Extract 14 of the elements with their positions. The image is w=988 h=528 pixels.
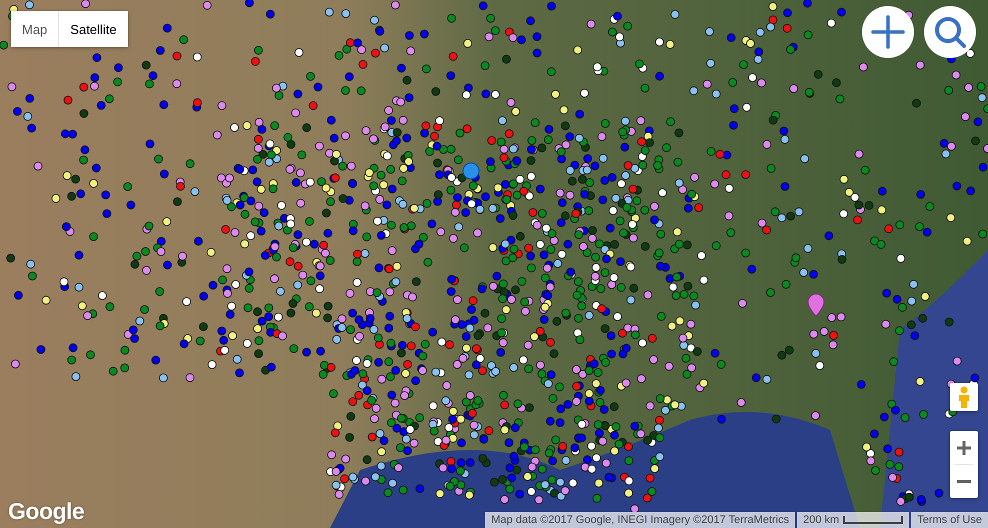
minus-icon <box>957 480 971 483</box>
map-type-tab[interactable]: Map <box>11 11 58 47</box>
person-icon <box>957 386 971 408</box>
plus-icon <box>871 15 905 49</box>
terms-link[interactable]: Terms of Use <box>911 512 988 528</box>
scale-ruler-icon <box>843 516 904 524</box>
search-icon <box>933 15 967 49</box>
map-type-tab[interactable]: Satellite <box>58 11 128 47</box>
scale-bar: 200 km <box>797 512 910 528</box>
map-pin-icon[interactable] <box>808 294 824 316</box>
plus-icon <box>957 440 971 454</box>
map-attribution: Map data ©2017 Google, INEGI Imagery ©2017 TerraMetrics <box>485 512 796 528</box>
location-dot-icon <box>462 162 480 180</box>
map-logo: Google <box>8 498 84 525</box>
